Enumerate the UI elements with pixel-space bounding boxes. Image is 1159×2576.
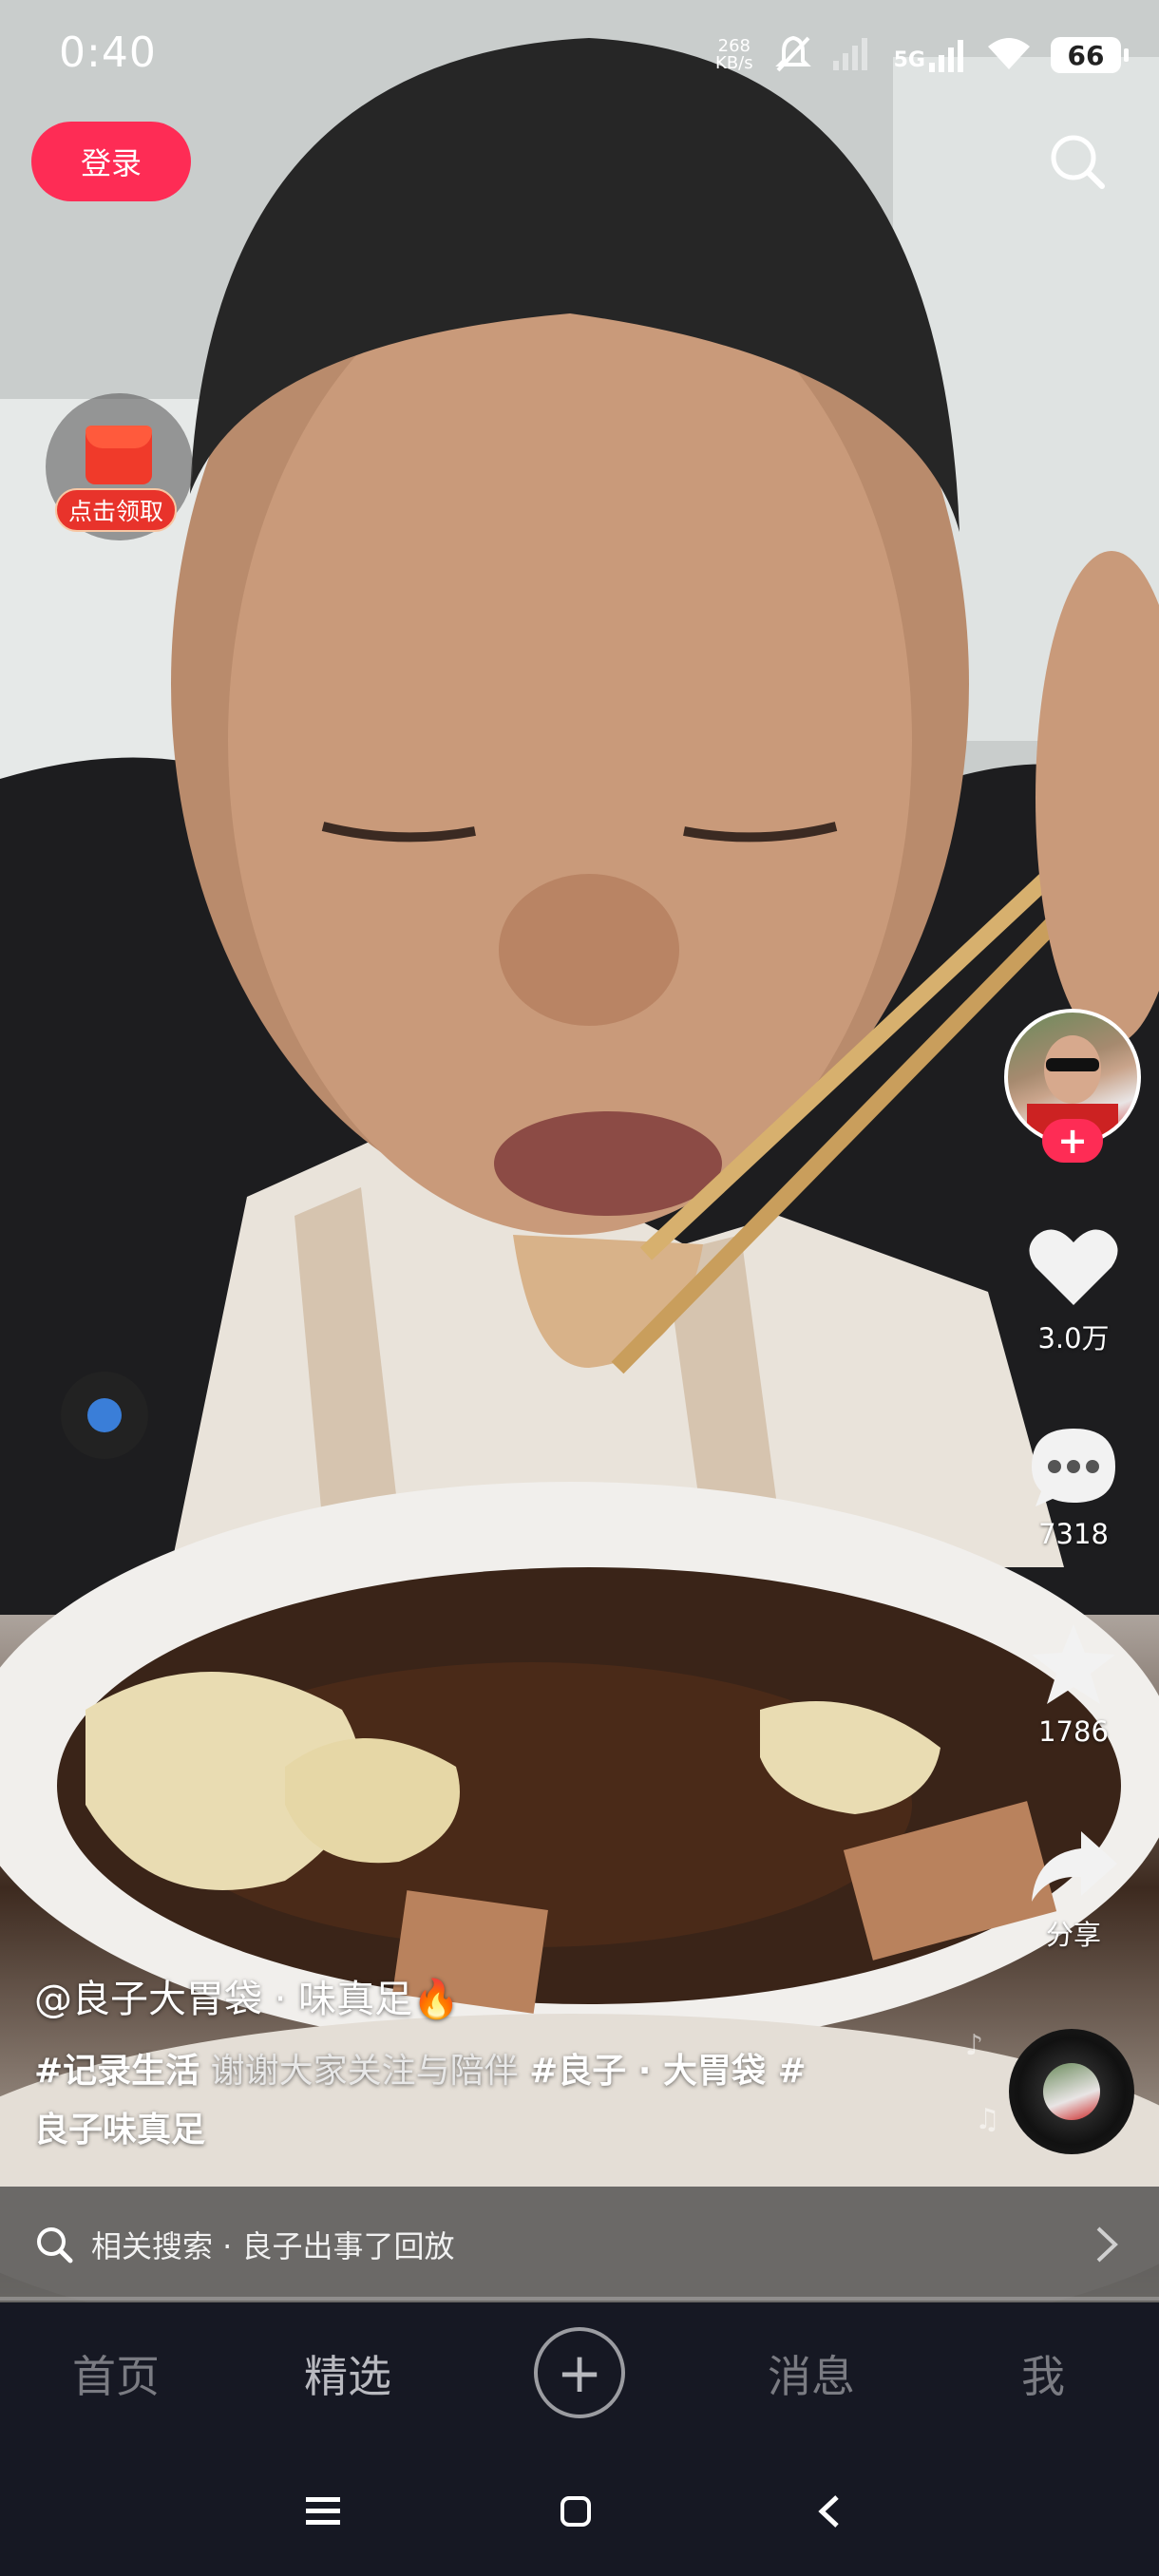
hashtag-trailing[interactable]: # [766,2052,807,2091]
red-envelope-icon [86,426,152,484]
related-search-text: 相关搜索 · 良子出事了回放 [91,2228,455,2264]
phone-screen: 0:40 268 KB/s 5G 66 登录 点击领取 + 3.0万 7318 … [0,0,1159,2576]
music-disc[interactable] [1009,2029,1134,2154]
share-action[interactable]: 分享 [1016,1828,1130,1953]
status-icons: 268 KB/s 5G 66 [715,32,1129,78]
network-speed: 268 KB/s [715,38,753,72]
network-speed-unit: KB/s [715,53,753,73]
tab-messages[interactable]: 消息 [735,2342,887,2405]
comment-count: 7318 [1038,1518,1109,1550]
tab-home[interactable]: 首页 [40,2342,192,2405]
caption-line2[interactable]: 良子味真足 [34,2111,205,2150]
menu-button[interactable] [294,2483,352,2540]
video-caption: #记录生活 谢谢大家关注与陪伴 #良子 · 大胃袋 # 良子味真足 [34,2042,908,2160]
bottom-tab-bar: 首页 精选 + 消息 我 [0,2302,1159,2445]
author-name[interactable]: @良子大胃袋 · 味真足🔥 [34,1968,460,2023]
favorite-action[interactable]: 1786 [1016,1620,1130,1748]
music-note-icon-2: ♫ [975,2103,1000,2136]
tab-me[interactable]: 我 [967,2342,1119,2405]
hashtag-record-life[interactable]: #记录生活 [34,2052,200,2091]
share-label: 分享 [1045,1919,1101,1951]
signal-bars-icon-1 [832,36,875,74]
red-packet-label: 点击领取 [55,488,177,532]
home-button[interactable] [547,2483,604,2540]
caption-text: 谢谢大家关注与陪伴 [200,2052,530,2091]
create-plus-button[interactable]: + [534,2327,625,2418]
hashtag-liangzi[interactable]: #良子 · 大胃袋 [529,2052,766,2091]
like-action[interactable]: 3.0万 [1016,1225,1130,1356]
status-bar: 0:40 268 KB/s 5G 66 [0,0,1159,114]
wifi-icon [986,35,1032,75]
mute-bell-icon [772,32,814,78]
network-type: 5G [893,48,925,72]
like-count: 3.0万 [1037,1322,1110,1354]
video-player[interactable] [0,0,1159,2302]
follow-plus-button[interactable]: + [1042,1119,1103,1163]
menu-icon [306,2497,340,2525]
system-nav-bar [0,2445,1159,2576]
heart-icon [1029,1229,1118,1305]
related-search-bar[interactable]: 相关搜索 · 良子出事了回放 [0,2187,1159,2302]
comment-icon [1032,1429,1115,1506]
back-chevron-icon [818,2495,839,2528]
star-icon [1032,1624,1115,1704]
video-frame [0,0,1159,2302]
square-home-icon [560,2496,591,2527]
red-packet-widget[interactable]: 点击领取 [46,393,193,540]
back-button[interactable] [800,2483,857,2540]
status-time: 0:40 [59,28,157,77]
battery-indicator: 66 [1051,37,1129,73]
search-icon [37,2227,73,2263]
search-icon [1051,135,1105,189]
tab-featured[interactable]: 精选 [272,2342,424,2405]
creator-avatar-group: + [1004,1009,1141,1163]
music-cover [1043,2063,1100,2120]
signal-5g-icon: 5G [894,38,967,72]
comment-action[interactable]: 7318 [1016,1425,1130,1550]
login-button[interactable]: 登录 [31,122,191,201]
share-arrow-icon [1032,1831,1117,1902]
search-button[interactable] [1045,129,1112,196]
chevron-right-icon [1096,2226,1118,2263]
video-progress-bar[interactable] [0,2297,1159,2301]
music-note-icon: ♪ [965,2029,984,2062]
favorite-count: 1786 [1038,1715,1109,1748]
